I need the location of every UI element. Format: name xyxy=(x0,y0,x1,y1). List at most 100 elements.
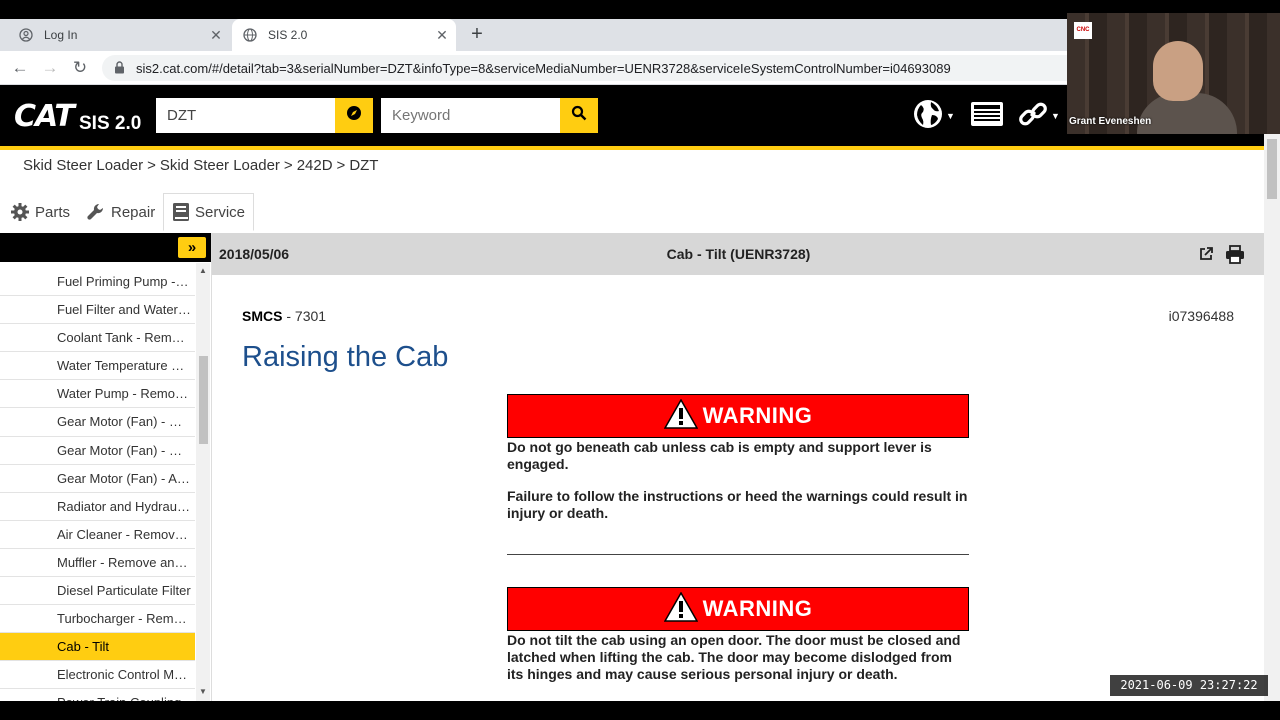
tab-label: Parts xyxy=(35,203,71,221)
warning-text: Do not tilt the cab using an open door. … xyxy=(507,632,969,683)
smcs-code: SMCS - 7301 xyxy=(242,308,326,324)
breadcrumb-separator: > xyxy=(283,157,293,174)
warning-paragraph: Do not tilt the cab using an open door. … xyxy=(507,632,961,682)
search-icon xyxy=(571,105,587,126)
smcs-value: 7301 xyxy=(294,308,327,324)
module-tabs: Parts Repair Service xyxy=(0,191,1267,232)
cat-logo[interactable]: CAT xyxy=(14,99,75,134)
breadcrumb-separator: > xyxy=(147,157,156,174)
scroll-down-icon[interactable]: ▼ xyxy=(199,687,207,696)
cat-logo-text: CAT xyxy=(14,99,75,134)
channel-logo: CNC xyxy=(1074,22,1092,39)
toc-list: Fuel Priming Pump - Remove and Install F… xyxy=(0,268,195,701)
tab-repair[interactable]: Repair xyxy=(86,193,155,231)
document-date: 2018/05/06 xyxy=(219,246,290,262)
forward-arrow-icon[interactable]: → xyxy=(40,58,60,78)
toc-item[interactable]: Radiator and Hydraulic Oil Cooler xyxy=(0,493,195,521)
document-panel: 2018/05/06 Cab - Tilt (UENR3728) SMCS - … xyxy=(211,233,1265,701)
toc-item[interactable]: Gear Motor (Fan) - Remove xyxy=(0,408,195,437)
back-arrow-icon[interactable]: ← xyxy=(10,58,30,78)
toc-item[interactable]: Fuel Priming Pump - Remove and Install xyxy=(0,268,195,297)
webcam-overlay: CNC Grant Eveneshen xyxy=(1067,13,1280,134)
url-text: sis2.cat.com/#/detail?tab=3&serialNumber… xyxy=(136,60,951,76)
app-title: SIS 2.0 xyxy=(79,113,142,134)
toc-item[interactable]: Gear Motor (Fan) - Assemble xyxy=(0,465,195,493)
toc-item[interactable]: Power Train Coupling xyxy=(0,689,195,701)
breadcrumb-separator: > xyxy=(336,157,346,174)
toc-item[interactable]: Electronic Control Module xyxy=(0,661,195,690)
lock-icon xyxy=(114,61,128,75)
toc-item[interactable]: Gear Motor (Fan) - Disassemble xyxy=(0,437,195,465)
gear-icon xyxy=(10,202,30,222)
scrollbar-thumb[interactable] xyxy=(1267,139,1277,199)
toc-item[interactable]: Turbocharger - Remove and Install xyxy=(0,605,195,634)
url-field[interactable]: sis2.cat.com/#/detail?tab=3&serialNumber… xyxy=(102,55,1067,81)
warning-banner: WARNING xyxy=(507,587,969,631)
browser-tab-login[interactable]: Log In ✕ xyxy=(8,19,230,51)
toc-item[interactable]: Water Temperature Regulator xyxy=(0,352,195,381)
browser-tab-label: SIS 2.0 xyxy=(268,28,308,42)
toc-item-selected[interactable]: Cab - Tilt xyxy=(0,633,195,662)
address-bar: ← → ↻ sis2.cat.com/#/detail?tab=3&serial… xyxy=(0,51,1067,85)
close-icon[interactable]: ✕ xyxy=(432,27,452,44)
warning-paragraph: Failure to follow the instructions or he… xyxy=(507,488,968,521)
links-menu[interactable]: ▼ xyxy=(1018,100,1060,132)
section-divider xyxy=(507,554,969,555)
tab-service[interactable]: Service xyxy=(163,193,255,231)
language-menu[interactable]: ▼ xyxy=(913,99,955,132)
toc-item[interactable]: Diesel Particulate Filter xyxy=(0,577,195,606)
page-body: Skid Steer Loader > Skid Steer Loader >242D… xyxy=(0,150,1267,701)
close-icon[interactable]: ✕ xyxy=(206,27,226,44)
toc-item[interactable]: Water Pump - Remove and Install xyxy=(0,380,195,409)
browser-tab-label: Log In xyxy=(44,28,78,42)
breadcrumb: Skid Steer Loader > Skid Steer Loader >242D… xyxy=(23,157,378,174)
keyword-search-input[interactable] xyxy=(381,98,561,133)
sidebar-header: » xyxy=(0,233,211,262)
open-external-icon[interactable] xyxy=(1196,244,1216,264)
breadcrumb-item[interactable]: 242D xyxy=(297,157,333,174)
browser-tabstrip: Log In ✕ SIS 2.0 ✕ + xyxy=(0,19,1067,51)
document-toolbar: 2018/05/06 Cab - Tilt (UENR3728) xyxy=(212,233,1265,275)
sidebar-scrollbar[interactable]: ▲ ▼ xyxy=(196,263,210,701)
warning-banner: WARNING xyxy=(507,394,969,438)
warning-paragraph: Do not go beneath cab unless cab is empt… xyxy=(507,439,932,472)
bottom-frame xyxy=(0,701,1280,720)
warning-text: Do not go beneath cab unless cab is empt… xyxy=(507,439,969,522)
news-button[interactable] xyxy=(970,100,1004,132)
globe-icon xyxy=(242,27,258,43)
breadcrumb-item[interactable]: DZT xyxy=(349,157,378,174)
compass-icon xyxy=(346,105,362,126)
wrench-icon xyxy=(86,202,106,222)
tab-parts[interactable]: Parts xyxy=(10,193,70,231)
page-scrollbar[interactable] xyxy=(1264,131,1280,701)
toc-item[interactable]: Coolant Tank - Remove and Install xyxy=(0,324,195,353)
smcs-label: SMCS xyxy=(242,308,283,324)
breadcrumb-item[interactable]: Skid Steer Loader xyxy=(23,157,143,174)
tab-label: Repair xyxy=(111,203,156,221)
recording-timestamp: 2021-06-09 23:27:22 xyxy=(1110,675,1268,696)
chevron-down-icon: ▼ xyxy=(946,111,955,121)
link-icon xyxy=(1018,99,1048,134)
breadcrumb-item[interactable]: Skid Steer Loader xyxy=(160,157,280,174)
expand-sidebar-button[interactable]: » xyxy=(178,237,206,258)
serial-search-button[interactable] xyxy=(335,98,373,133)
presenter-name: Grant Eveneshen xyxy=(1069,116,1152,127)
browser-tab-sis[interactable]: SIS 2.0 ✕ xyxy=(232,19,456,51)
new-tab-button[interactable]: + xyxy=(466,23,488,45)
chevron-down-icon: ▼ xyxy=(1051,111,1060,121)
reload-icon[interactable]: ↻ xyxy=(70,58,90,78)
scrollbar-thumb[interactable] xyxy=(199,356,208,444)
scroll-up-icon[interactable]: ▲ xyxy=(199,266,207,275)
toc-item[interactable]: Air Cleaner - Remove and Install xyxy=(0,521,195,549)
smcs-separator: - xyxy=(282,308,295,324)
toc-item[interactable]: Muffler - Remove and Install xyxy=(0,549,195,578)
book-icon xyxy=(172,202,190,222)
tab-label: Service xyxy=(195,203,246,221)
toc-item[interactable]: Fuel Filter and Water Separator - Remove xyxy=(0,296,195,325)
document-heading: Raising the Cab xyxy=(242,341,449,373)
warning-block: WARNING Do not go beneath cab unless cab… xyxy=(507,394,969,537)
keyword-search-button[interactable] xyxy=(560,98,598,133)
serial-number-input[interactable] xyxy=(156,98,336,133)
warning-triangle-icon xyxy=(663,397,698,434)
print-icon[interactable] xyxy=(1225,244,1245,264)
